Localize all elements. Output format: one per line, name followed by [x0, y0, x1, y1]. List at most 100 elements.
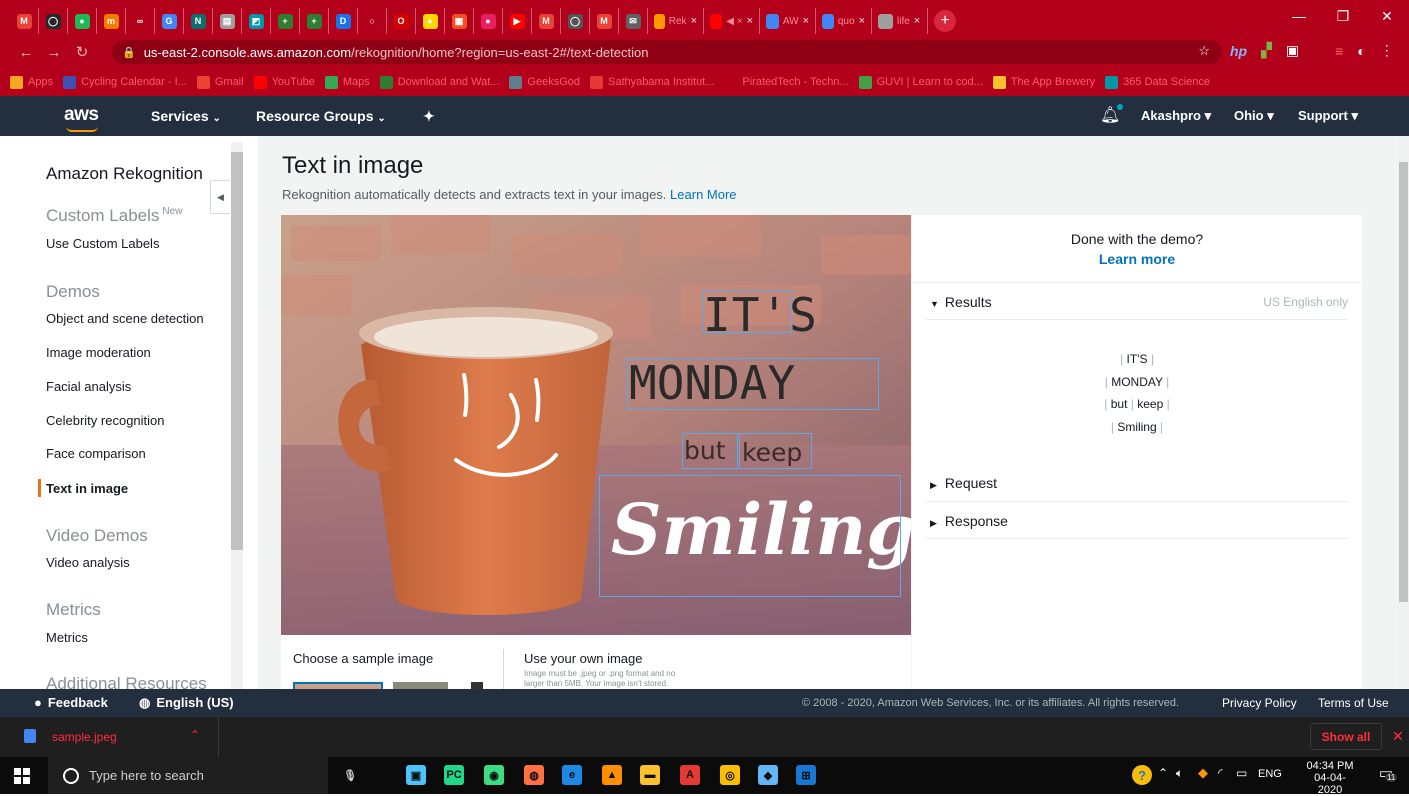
folder-icon[interactable]: ▬ [640, 765, 660, 785]
terms-of-use-link[interactable]: Terms of Use [1318, 696, 1389, 710]
bell-icon[interactable]: 🔔︎ [1100, 104, 1123, 125]
bookmark-item[interactable]: 365 Data Science [1105, 75, 1210, 89]
chrome-icon[interactable]: ◎ [720, 765, 740, 785]
browser-tab[interactable]: ○ [358, 8, 387, 34]
recorder-icon[interactable]: ◍ [524, 765, 544, 785]
reload-icon[interactable]: ↻ [68, 43, 96, 61]
sidebar-scroll-thumb[interactable] [231, 152, 243, 550]
aws-logo[interactable]: aws [64, 104, 99, 132]
url-bar[interactable]: 🔒 us-east-2.console.aws.amazon.com/rekog… [112, 40, 1222, 64]
clock[interactable]: 04:34 PM 04-04-2020 [1304, 760, 1356, 796]
extension-red-icon[interactable]: ≡ [1335, 43, 1343, 59]
pin-icon[interactable]: ✦ [423, 108, 435, 125]
battery-icon[interactable]: ▭ [1236, 766, 1247, 780]
browser-tab[interactable]: ◯ [561, 8, 590, 34]
bookmark-item[interactable]: GUVI | Learn to cod... [858, 75, 983, 89]
download-file-name[interactable]: sample.jpeg [52, 730, 117, 744]
close-tab-icon[interactable]: × [914, 15, 920, 27]
bookmark-star-icon[interactable]: ☆ [1198, 43, 1210, 59]
bookmark-item[interactable]: Apps [10, 75, 53, 89]
region-menu[interactable]: Ohio ▾ [1234, 108, 1274, 124]
browser-tab[interactable]: M [590, 8, 619, 34]
sidebar-item-use-custom-labels[interactable]: Use Custom Labels [46, 236, 159, 251]
result-word[interactable]: IT'S [1127, 352, 1148, 366]
profile-avatar-icon[interactable]: ◐ [1357, 43, 1365, 59]
pycharm-icon[interactable]: PC [444, 765, 464, 785]
results-toggle[interactable]: ▼ Results [930, 294, 992, 310]
sidebar-item-object-scene[interactable]: Object and scene detection [46, 311, 204, 326]
bookmark-item[interactable]: The App Brewery [992, 75, 1095, 89]
result-word[interactable]: Smiling [1117, 420, 1156, 434]
wifi-icon[interactable]: ◜ [1218, 766, 1223, 780]
browser-tab[interactable]: ✉ [619, 8, 648, 34]
browser-tab[interactable]: m [97, 8, 126, 34]
language-selector[interactable]: ◍ English (US) [139, 695, 234, 711]
browser-tab[interactable]: ▶ [503, 8, 532, 34]
page-scroll-thumb[interactable] [1399, 162, 1408, 602]
bbox-but[interactable] [682, 433, 738, 469]
account-menu[interactable]: Akashpro ▾ [1141, 108, 1211, 124]
chrome-menu-icon[interactable]: ⋮ [1380, 42, 1394, 59]
browser-tab[interactable]: ∞ [126, 8, 155, 34]
extension-badge-icon[interactable]: ▞ [1261, 42, 1272, 59]
resource-groups-menu[interactable]: Resource Groups ⌄ [256, 108, 386, 124]
bbox-its[interactable] [702, 290, 792, 333]
sidebar-title[interactable]: Amazon Rekognition [46, 164, 203, 184]
sidebar-item-facial-analysis[interactable]: Facial analysis [46, 379, 131, 394]
bookmark-item[interactable]: Gmail [196, 75, 244, 89]
android-icon[interactable]: ◉ [484, 765, 504, 785]
extension-puzzle-icon[interactable]: ▣ [1286, 42, 1299, 59]
request-toggle[interactable]: ▶ Request [930, 475, 997, 491]
browser-tab[interactable]: O [387, 8, 416, 34]
support-menu[interactable]: Support ▾ [1298, 108, 1358, 124]
sidebar-item-metrics[interactable]: Metrics [46, 630, 88, 645]
taskbar-search[interactable]: Type here to search [48, 757, 328, 794]
action-center-icon[interactable]: ▭11 [1375, 764, 1398, 786]
result-word[interactable]: MONDAY [1111, 375, 1163, 389]
chevron-up-icon[interactable]: ⌃ [190, 728, 200, 742]
browser-tab[interactable]: N [184, 8, 213, 34]
bookmark-item[interactable]: Maps [324, 75, 370, 89]
close-tab-icon[interactable]: × [691, 15, 697, 27]
feedback-button[interactable]: ● Feedback [34, 695, 108, 710]
browser-tab[interactable]: quo × [816, 8, 872, 34]
bbox-monday[interactable] [627, 358, 879, 410]
fox-tray-icon[interactable]: ◆ [1198, 765, 1208, 781]
bookmark-item[interactable]: YouTube [253, 75, 315, 89]
browser-tab[interactable]: M [532, 8, 561, 34]
use-own-image-label[interactable]: Use your own image [524, 651, 643, 666]
bookmark-item[interactable]: Cycling Calendar - I... [63, 75, 187, 89]
bbox-smiling[interactable] [599, 475, 901, 597]
browser-tab[interactable]: ● [474, 8, 503, 34]
mic-icon[interactable]: 🎙 [340, 765, 360, 785]
close-tab-icon[interactable]: × [747, 15, 753, 27]
learn-more-link[interactable]: Learn More [670, 187, 736, 202]
edge-icon[interactable]: e [562, 765, 582, 785]
show-all-button[interactable]: Show all [1310, 723, 1382, 750]
browser-tab[interactable]: ● [416, 8, 445, 34]
vlc-icon[interactable]: ▲ [602, 765, 622, 785]
browser-tab[interactable]: ▤ [213, 8, 242, 34]
browser-tab[interactable]: ◯ [39, 8, 68, 34]
browser-tab[interactable]: M [10, 8, 39, 34]
close-tab-icon[interactable]: × [803, 15, 809, 27]
bookmark-item[interactable]: Download and Wat... [379, 75, 499, 89]
services-menu[interactable]: Services ⌄ [151, 108, 221, 124]
volume-icon[interactable]: 🔈︎ [1176, 766, 1183, 781]
vscode-icon[interactable]: ◆ [758, 765, 778, 785]
close-downloads-icon[interactable]: ✕ [1392, 728, 1404, 745]
browser-tab[interactable]: ● [68, 8, 97, 34]
new-tab-button[interactable]: + [934, 10, 956, 32]
browser-tab[interactable]: ▦ [445, 8, 474, 34]
sidebar-item-video-analysis[interactable]: Video analysis [46, 555, 130, 570]
response-toggle[interactable]: ▶ Response [930, 513, 1008, 529]
tray-chevron-up-icon[interactable]: ⌃ [1158, 766, 1168, 780]
input-language[interactable]: ENG [1258, 768, 1282, 780]
hp-extension-icon[interactable]: hp [1230, 43, 1247, 59]
sidebar-item-text-in-image[interactable]: Text in image [46, 481, 128, 496]
close-tab-icon[interactable]: × [859, 15, 865, 27]
browser-tab[interactable]: + [300, 8, 329, 34]
close-window-icon[interactable]: ✕ [1365, 0, 1409, 32]
windows-start-icon[interactable] [14, 768, 30, 784]
privacy-policy-link[interactable]: Privacy Policy [1222, 696, 1297, 710]
